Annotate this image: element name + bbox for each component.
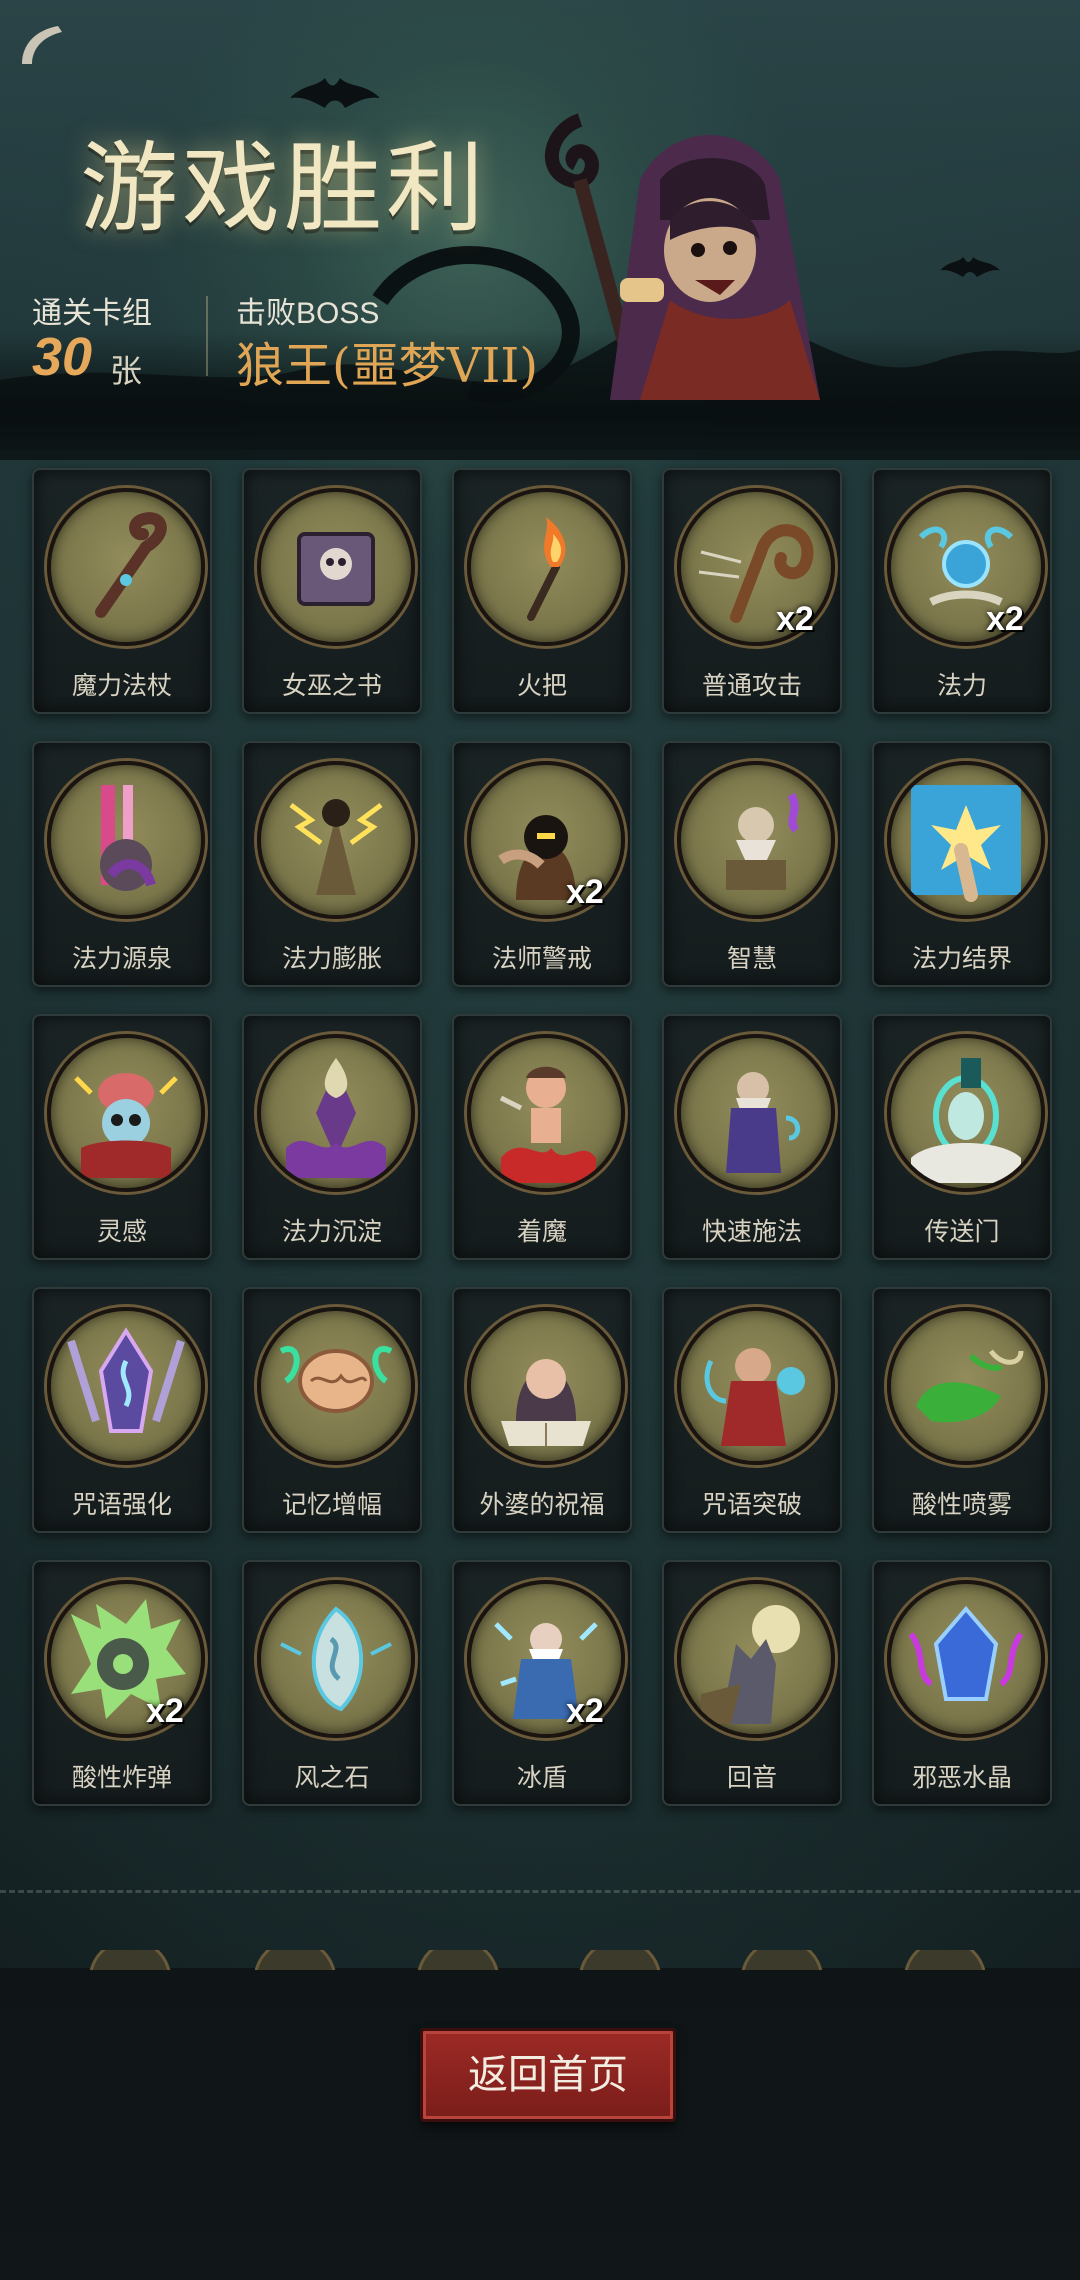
card-name: 灵感 xyxy=(96,1218,147,1246)
brain-skull-icon xyxy=(47,1034,205,1192)
card-name: 火把 xyxy=(516,672,567,700)
barrier-hand-icon xyxy=(887,761,1045,919)
card-name: 邪恶水晶 xyxy=(911,1764,1012,1792)
boss-name: 狼王(噩梦VII) xyxy=(236,338,539,394)
card-barrier-hand[interactable]: 法力结界 xyxy=(872,741,1052,987)
card-name: 咒语突破 xyxy=(701,1491,802,1519)
return-home-button[interactable]: 返回首页 xyxy=(420,2028,676,2122)
acid-splash-icon xyxy=(887,1307,1045,1465)
card-name: 法力膨胀 xyxy=(281,945,382,973)
werewolf-icon xyxy=(677,1580,835,1738)
wind-stone-icon xyxy=(257,1580,415,1738)
page-title: 游戏胜利 xyxy=(80,132,489,246)
card-crook-staff[interactable]: 普通攻击 x2 xyxy=(662,468,842,714)
card-count-badge: x2 xyxy=(986,600,1024,638)
card-count-badge: x2 xyxy=(146,1692,184,1730)
skull-book-icon xyxy=(257,488,415,646)
card-name: 法力 xyxy=(936,672,987,700)
section-divider xyxy=(0,1890,1080,1893)
rune-crystal-icon xyxy=(47,1307,205,1465)
card-name: 冰盾 xyxy=(516,1764,567,1792)
card-count-badge: x2 xyxy=(566,1692,604,1730)
card-mana-orb[interactable]: 法力 x2 xyxy=(872,468,1052,714)
possessed-icon xyxy=(467,1034,625,1192)
bat-icon xyxy=(290,78,380,108)
wise-elder-icon xyxy=(677,761,835,919)
card-staff[interactable]: 魔力法杖 xyxy=(32,468,212,714)
card-wise-elder[interactable]: 智慧 xyxy=(662,741,842,987)
wizard-icon xyxy=(677,1034,835,1192)
evil-crystal-icon xyxy=(887,1580,1045,1738)
card-count-badge: x2 xyxy=(566,873,604,911)
cards-unit: 张 xyxy=(110,353,143,389)
bat-icon xyxy=(940,257,1000,277)
grandma-icon xyxy=(467,1307,625,1465)
card-brain[interactable]: 记忆增幅 xyxy=(242,1287,422,1533)
cards-count: 30 xyxy=(32,327,93,387)
card-name: 法力结界 xyxy=(911,945,1012,973)
mana-fountain-icon xyxy=(47,761,205,919)
card-name: 酸性喷雾 xyxy=(911,1491,1012,1519)
lightning-mage-icon xyxy=(257,761,415,919)
back-arrow-icon[interactable] xyxy=(14,16,70,72)
card-name: 咒语强化 xyxy=(71,1491,172,1519)
card-name: 法力沉淀 xyxy=(281,1218,382,1246)
card-possessed[interactable]: 着魔 xyxy=(452,1014,632,1260)
staff-icon xyxy=(47,488,205,646)
card-mana-fountain[interactable]: 法力源泉 xyxy=(32,741,212,987)
card-name: 女巫之书 xyxy=(281,672,382,700)
sorcerer-icon xyxy=(677,1307,835,1465)
portal-icon xyxy=(887,1034,1045,1192)
card-name: 法师警戒 xyxy=(491,945,592,973)
card-werewolf[interactable]: 回音 xyxy=(662,1560,842,1806)
relic-strip xyxy=(89,1950,986,1970)
brain-icon xyxy=(257,1307,415,1465)
card-name: 普通攻击 xyxy=(701,672,802,700)
card-grandma[interactable]: 外婆的祝福 xyxy=(452,1287,632,1533)
card-name: 智慧 xyxy=(726,945,777,973)
card-name: 外婆的祝福 xyxy=(479,1491,605,1519)
card-purple-crystal[interactable]: 法力沉淀 xyxy=(242,1014,422,1260)
card-wind-stone[interactable]: 风之石 xyxy=(242,1560,422,1806)
card-name: 着魔 xyxy=(516,1218,567,1246)
card-skull-book[interactable]: 女巫之书 xyxy=(242,468,422,714)
card-hooded-mage[interactable]: 法师警戒 x2 xyxy=(452,741,632,987)
card-name: 快速施法 xyxy=(701,1218,802,1246)
card-name: 法力源泉 xyxy=(71,945,172,973)
card-count-badge: x2 xyxy=(776,600,814,638)
card-portal[interactable]: 传送门 xyxy=(872,1014,1052,1260)
card-name: 风之石 xyxy=(294,1764,370,1792)
card-torch[interactable]: 火把 xyxy=(452,468,632,714)
card-sorcerer[interactable]: 咒语突破 xyxy=(662,1287,842,1533)
torch-icon xyxy=(467,488,625,646)
card-lightning-mage[interactable]: 法力膨胀 xyxy=(242,741,422,987)
bottom-bar xyxy=(0,1968,1080,2280)
card-name: 魔力法杖 xyxy=(71,672,172,700)
card-name: 传送门 xyxy=(924,1218,1000,1246)
card-acid-bomb[interactable]: 酸性炸弹 x2 xyxy=(32,1560,212,1806)
card-brain-skull[interactable]: 灵感 xyxy=(32,1014,212,1260)
card-name: 酸性炸弹 xyxy=(71,1764,172,1792)
card-evil-crystal[interactable]: 邪恶水晶 xyxy=(872,1560,1052,1806)
purple-crystal-icon xyxy=(257,1034,415,1192)
card-ice-wizard[interactable]: 冰盾 x2 xyxy=(452,1560,632,1806)
card-name: 回音 xyxy=(726,1764,777,1792)
stats-divider xyxy=(206,296,208,376)
card-acid-splash[interactable]: 酸性喷雾 xyxy=(872,1287,1052,1533)
card-wizard[interactable]: 快速施法 xyxy=(662,1014,842,1260)
card-rune-crystal[interactable]: 咒语强化 xyxy=(32,1287,212,1533)
witch-character-art xyxy=(545,113,820,400)
card-name: 记忆增幅 xyxy=(281,1491,382,1519)
